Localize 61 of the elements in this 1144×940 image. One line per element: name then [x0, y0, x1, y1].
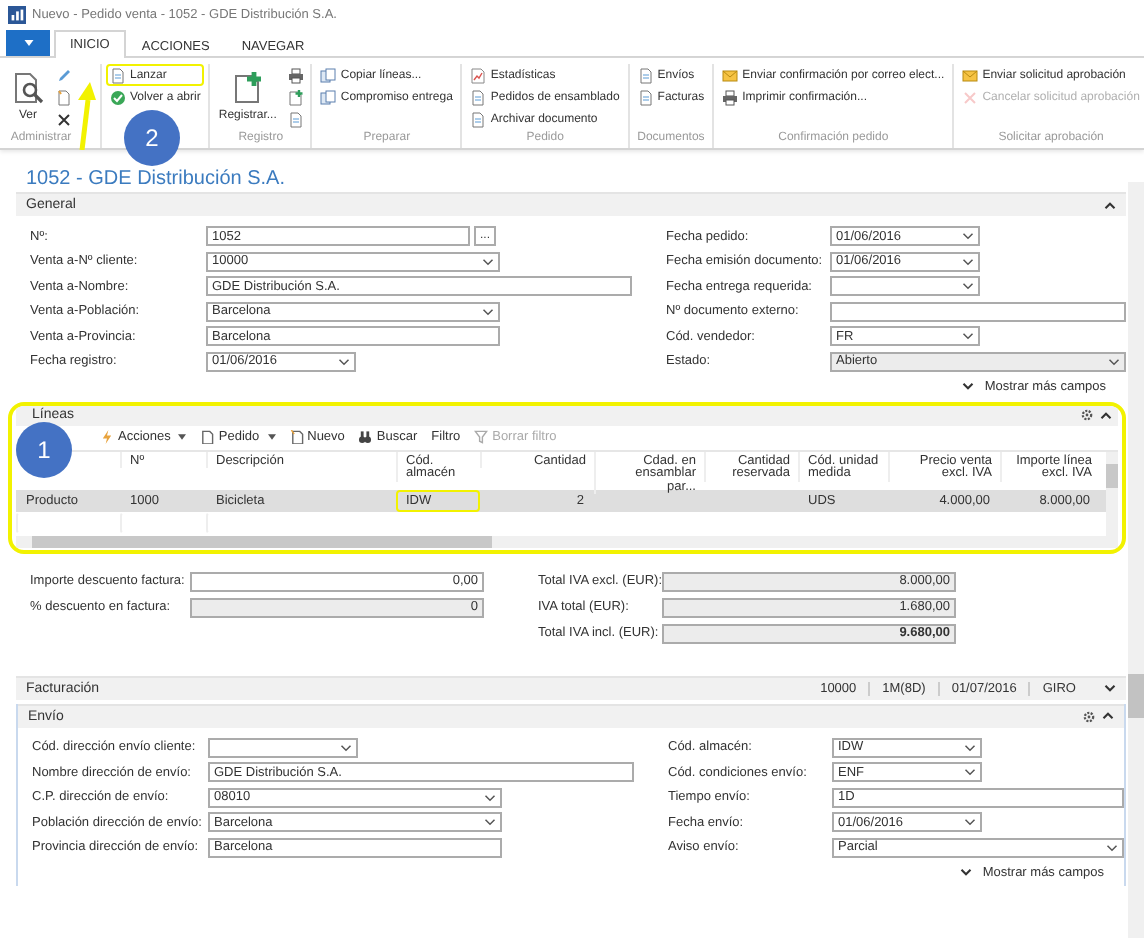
- chevron-down-icon: [338, 357, 350, 365]
- funnel-icon: [474, 430, 489, 444]
- document-icon: [287, 111, 304, 127]
- printer-icon: [287, 67, 304, 83]
- page-title: 1052 - GDE Distribución S.A.: [24, 166, 287, 192]
- lightning-icon: [100, 430, 114, 444]
- document-plus-icon: [231, 71, 264, 103]
- printer-icon: [722, 89, 739, 105]
- chevron-down-icon: [340, 743, 352, 751]
- app-icon: [8, 5, 26, 23]
- new-document-icon: [55, 89, 71, 105]
- gear-icon[interactable]: [1080, 408, 1094, 422]
- scrollbar[interactable]: [16, 535, 1118, 547]
- dropdown-field[interactable]: [830, 276, 980, 296]
- pointer-arrow: [76, 82, 96, 150]
- callout-badge: 2: [124, 110, 180, 166]
- chart-icon: [470, 67, 487, 83]
- document-icon: [470, 89, 487, 105]
- scrollbar[interactable]: [1106, 451, 1118, 535]
- printer-button[interactable]: [284, 64, 307, 86]
- document-plus-icon: [287, 89, 304, 105]
- delete-icon: [962, 89, 979, 105]
- document-icon: [637, 67, 654, 83]
- document-icon: [470, 111, 487, 127]
- delete-icon: [55, 111, 71, 127]
- pencil-icon: [55, 67, 71, 83]
- chevron-up-icon[interactable]: [1100, 411, 1112, 419]
- mail-icon: [722, 67, 739, 83]
- chevron-down-icon: [964, 818, 976, 826]
- mail-icon: [962, 67, 979, 83]
- dropdown-field[interactable]: [208, 737, 358, 757]
- scrollbar[interactable]: [1128, 182, 1144, 938]
- chevron-down-icon: [482, 307, 494, 315]
- document-icon: [637, 89, 654, 105]
- new-document-icon: [289, 430, 304, 444]
- delete-button[interactable]: [52, 108, 74, 130]
- binoculars-icon: [358, 430, 373, 444]
- check-icon: [110, 89, 126, 105]
- document-icon: [200, 430, 215, 444]
- document-icon: [110, 67, 126, 83]
- caret-icon: [267, 434, 276, 440]
- chevron-down-icon: [964, 768, 976, 776]
- chevron-down-icon: [484, 793, 496, 801]
- chevron-down-icon: [962, 282, 974, 290]
- chevron-down-icon: [960, 868, 973, 876]
- caret-icon: [178, 434, 187, 440]
- file-menu-button[interactable]: [6, 30, 50, 56]
- chevron-down-icon: [962, 382, 975, 390]
- magnifier-icon: [12, 71, 44, 103]
- chevron-down-icon: [482, 257, 494, 265]
- chevron-down-icon: [962, 232, 974, 240]
- chevron-down-icon: [1106, 843, 1118, 851]
- chevron-down-icon: [962, 332, 974, 340]
- gear-icon[interactable]: [1082, 709, 1096, 723]
- chevron-down-icon: [964, 743, 976, 751]
- chevron-down-icon: [484, 818, 496, 826]
- caret-icon: [23, 40, 33, 46]
- input-field[interactable]: [830, 301, 1126, 321]
- callout-badge: 1: [16, 422, 72, 478]
- chevron-down-icon: [1108, 357, 1120, 365]
- chevron-down-icon: [962, 257, 974, 265]
